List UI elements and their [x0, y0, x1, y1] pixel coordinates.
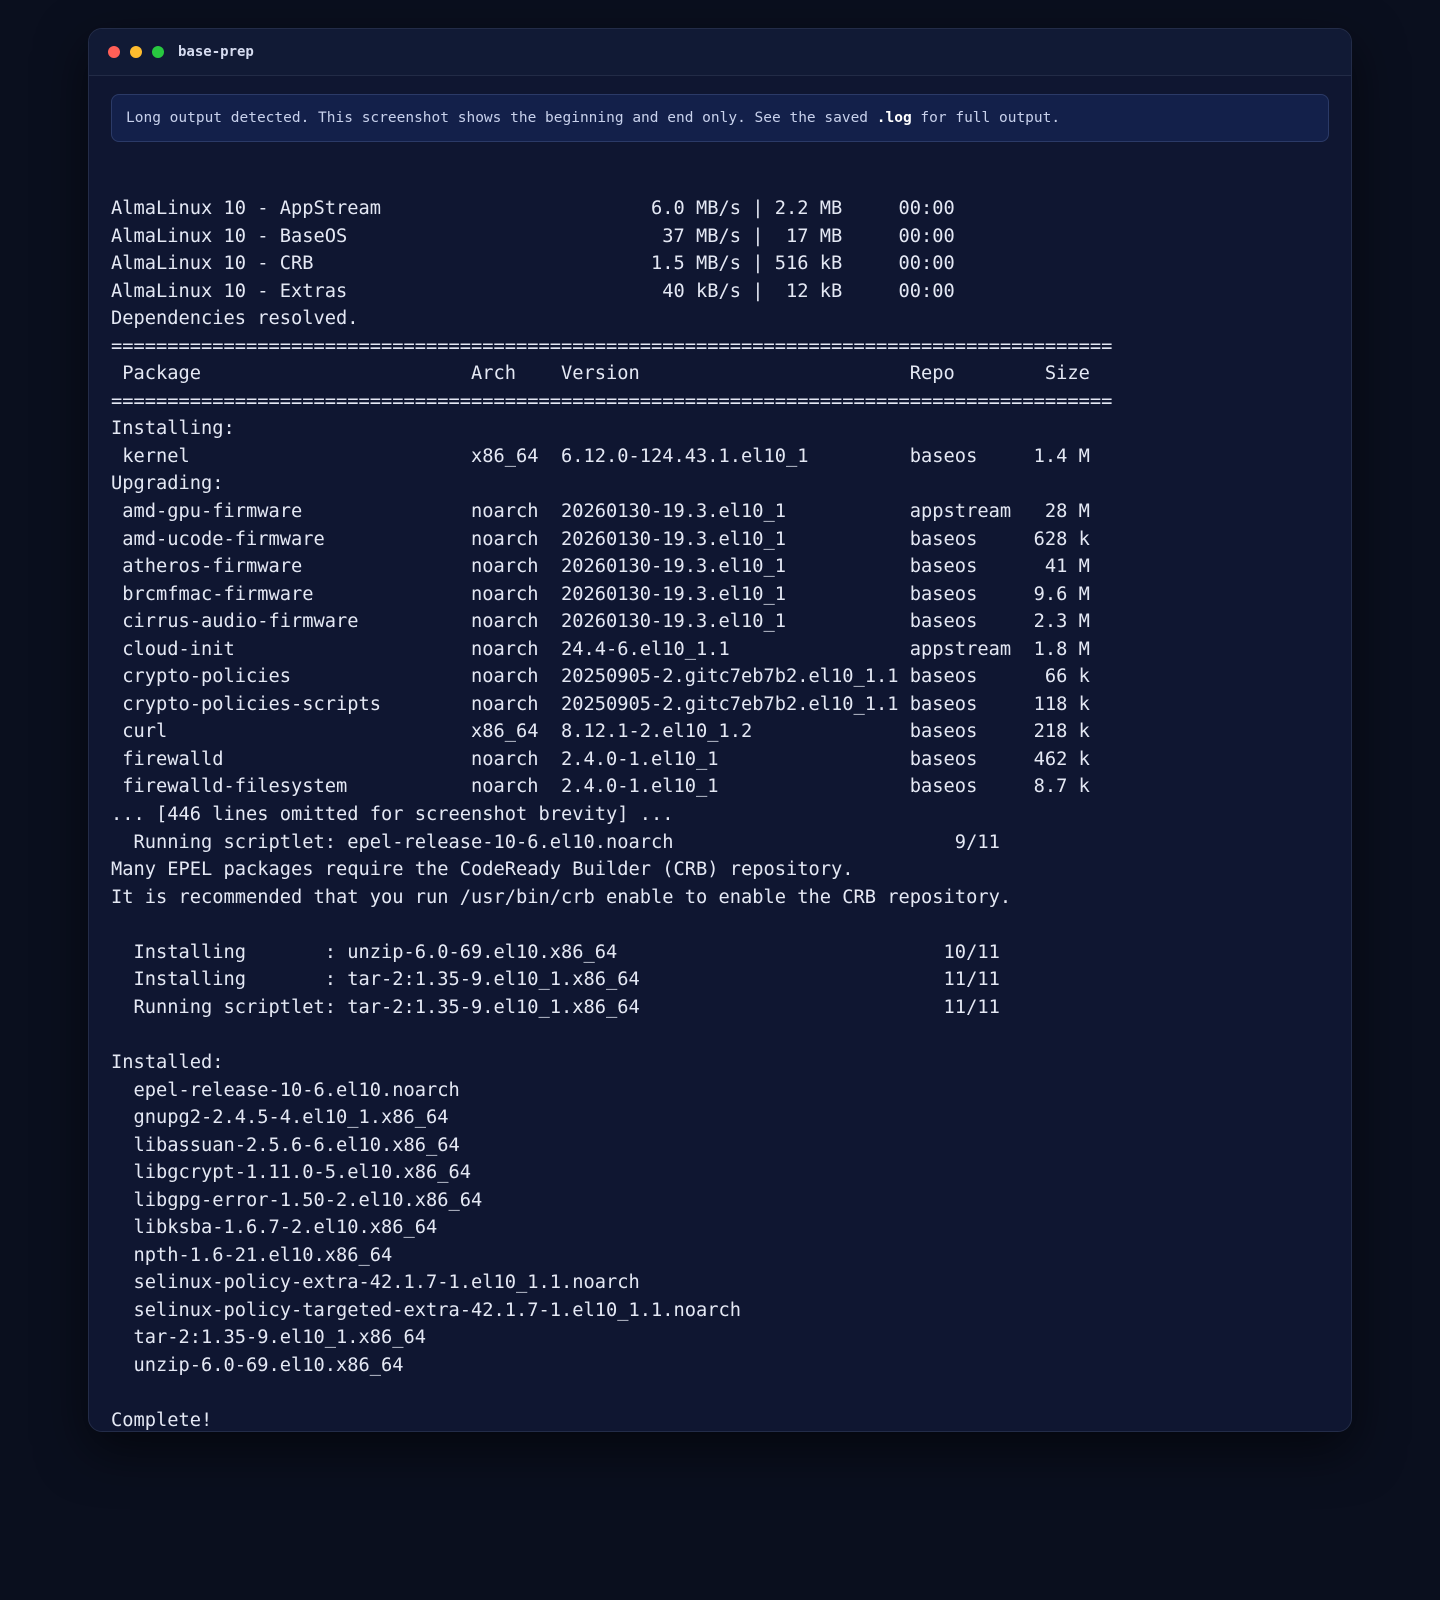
- output-line: curl x86_64 8.12.1-2.el10_1.2 baseos 218…: [111, 721, 1090, 743]
- output-line: cloud-init noarch 24.4-6.el10_1.1 appstr…: [111, 638, 1090, 660]
- output-line: libassuan-2.5.6-6.el10.x86_64: [111, 1134, 460, 1156]
- output-line: amd-ucode-firmware noarch 20260130-19.3.…: [111, 528, 1090, 550]
- title-bar: base-prep: [89, 29, 1351, 76]
- terminal-output[interactable]: AlmaLinux 10 - AppStream 6.0 MB/s | 2.2 …: [111, 195, 1113, 1432]
- close-window-icon[interactable]: [108, 46, 120, 58]
- notice-log-extension: .log: [876, 110, 912, 126]
- output-line: crypto-policies noarch 20250905-2.gitc7e…: [111, 666, 1090, 688]
- output-line: Complete!: [111, 1410, 213, 1432]
- output-line: selinux-policy-extra-42.1.7-1.el10_1.1.n…: [111, 1272, 640, 1294]
- maximize-window-icon[interactable]: [152, 46, 164, 58]
- output-line: epel-release-10-6.el10.noarch: [111, 1079, 460, 1101]
- output-line: Installing : unzip-6.0-69.el10.x86_64 10…: [111, 941, 1000, 963]
- output-line: amd-gpu-firmware noarch 20260130-19.3.el…: [111, 501, 1090, 523]
- output-line: It is recommended that you run /usr/bin/…: [111, 886, 1012, 908]
- output-line: brcmfmac-firmware noarch 20260130-19.3.e…: [111, 583, 1090, 605]
- notice-text-end: for full output.: [911, 110, 1061, 126]
- output-line: Installing : tar-2:1.35-9.el10_1.x86_64 …: [111, 969, 1000, 991]
- output-line: firewalld noarch 2.4.0-1.el10_1 baseos 4…: [111, 748, 1090, 770]
- output-line: Upgrading:: [111, 473, 224, 495]
- output-line: libgcrypt-1.11.0-5.el10.x86_64: [111, 1162, 472, 1184]
- output-line: atheros-firmware noarch 20260130-19.3.el…: [111, 556, 1090, 578]
- output-line: AlmaLinux 10 - CRB 1.5 MB/s | 516 kB 00:…: [111, 253, 955, 275]
- long-output-notice: Long output detected. This screenshot sh…: [111, 94, 1329, 142]
- output-line: npth-1.6-21.el10.x86_64: [111, 1244, 393, 1266]
- output-line: ... [446 lines omitted for screenshot br…: [111, 804, 674, 826]
- output-line: cirrus-audio-firmware noarch 20260130-19…: [111, 611, 1090, 633]
- output-line: libgpg-error-1.50-2.el10.x86_64: [111, 1189, 483, 1211]
- output-line: Dependencies resolved.: [111, 308, 359, 330]
- output-line: crypto-policies-scripts noarch 20250905-…: [111, 693, 1090, 715]
- notice-text: Long output detected. This screenshot sh…: [126, 110, 877, 126]
- output-line: libksba-1.6.7-2.el10.x86_64: [111, 1217, 438, 1239]
- output-line: ========================================…: [111, 335, 1113, 357]
- output-line: kernel x86_64 6.12.0-124.43.1.el10_1 bas…: [111, 445, 1090, 467]
- output-line: selinux-policy-targeted-extra-42.1.7-1.e…: [111, 1299, 742, 1321]
- output-line: AlmaLinux 10 - Extras 40 kB/s | 12 kB 00…: [111, 280, 955, 302]
- output-line: gnupg2-2.4.5-4.el10_1.x86_64: [111, 1107, 449, 1129]
- terminal-window: base-prep Long output detected. This scr…: [88, 28, 1352, 1432]
- output-line: AlmaLinux 10 - AppStream 6.0 MB/s | 2.2 …: [111, 198, 955, 219]
- output-line: Running scriptlet: epel-release-10-6.el1…: [111, 831, 1000, 853]
- output-line: Package Arch Version Repo Size: [111, 363, 1090, 385]
- output-line: unzip-6.0-69.el10.x86_64: [111, 1354, 404, 1376]
- output-line: Installed:: [111, 1051, 224, 1073]
- output-line: Many EPEL packages require the CodeReady…: [111, 859, 854, 881]
- output-line: tar-2:1.35-9.el10_1.x86_64: [111, 1327, 427, 1349]
- output-line: Installing:: [111, 418, 235, 440]
- minimize-window-icon[interactable]: [130, 46, 142, 58]
- window-title: base-prep: [178, 44, 254, 60]
- output-line: firewalld-filesystem noarch 2.4.0-1.el10…: [111, 776, 1090, 798]
- output-line: AlmaLinux 10 - BaseOS 37 MB/s | 17 MB 00…: [111, 225, 955, 247]
- output-line: Running scriptlet: tar-2:1.35-9.el10_1.x…: [111, 996, 1000, 1018]
- output-line: ========================================…: [111, 390, 1113, 412]
